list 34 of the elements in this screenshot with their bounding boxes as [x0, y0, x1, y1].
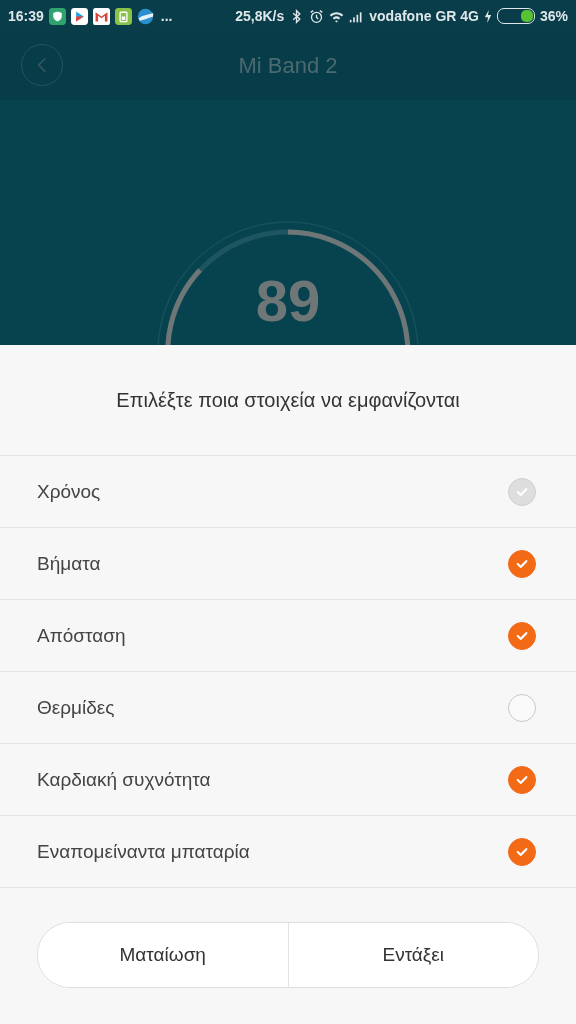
chevron-left-icon: [37, 56, 47, 74]
carrier-name: vodafone GR 4G: [369, 8, 479, 24]
charging-icon: [483, 8, 492, 24]
option-row[interactable]: Εναπομείναντα μπαταρία: [0, 816, 576, 888]
sheet-title: Επιλέξτε ποια στοιχεία να εμφανίζονται: [0, 345, 576, 456]
alarm-icon: [309, 8, 325, 24]
battery-app-icon: [114, 7, 132, 25]
checkbox[interactable]: [508, 621, 536, 650]
option-label: Καρδιακή συχνότητα: [37, 768, 212, 791]
option-row[interactable]: Βήματα: [0, 528, 576, 600]
play-store-icon: [70, 7, 88, 25]
option-label: Εναπομείναντα μπαταρία: [37, 840, 251, 863]
page-title: Mi Band 2: [238, 53, 338, 79]
option-label: Βήματα: [37, 552, 102, 575]
checkbox[interactable]: [508, 549, 536, 578]
checkbox[interactable]: [508, 765, 536, 794]
mail-icon: [92, 7, 110, 25]
option-row[interactable]: Καρδιακή συχνότητα: [0, 744, 576, 816]
option-row[interactable]: Απόσταση: [0, 600, 576, 672]
shield-app-icon: [48, 7, 66, 25]
gauge-value: 89: [254, 272, 322, 330]
status-time: 16:39: [8, 8, 44, 24]
checkbox[interactable]: [508, 693, 536, 722]
network-speed: 25,8K/s: [235, 8, 285, 24]
battery-percent: 36%: [539, 8, 568, 24]
ok-button[interactable]: Εντάξει: [287, 923, 538, 987]
option-label: Απόσταση: [37, 624, 127, 647]
battery-icon: [496, 8, 535, 24]
option-row[interactable]: Θερμίδες: [0, 672, 576, 744]
option-label: Χρόνος: [37, 480, 102, 503]
globe-app-icon: [136, 7, 154, 25]
more-notifications: ...: [160, 8, 173, 24]
checkbox[interactable]: [508, 837, 536, 866]
option-label: Θερμίδες: [37, 696, 116, 719]
